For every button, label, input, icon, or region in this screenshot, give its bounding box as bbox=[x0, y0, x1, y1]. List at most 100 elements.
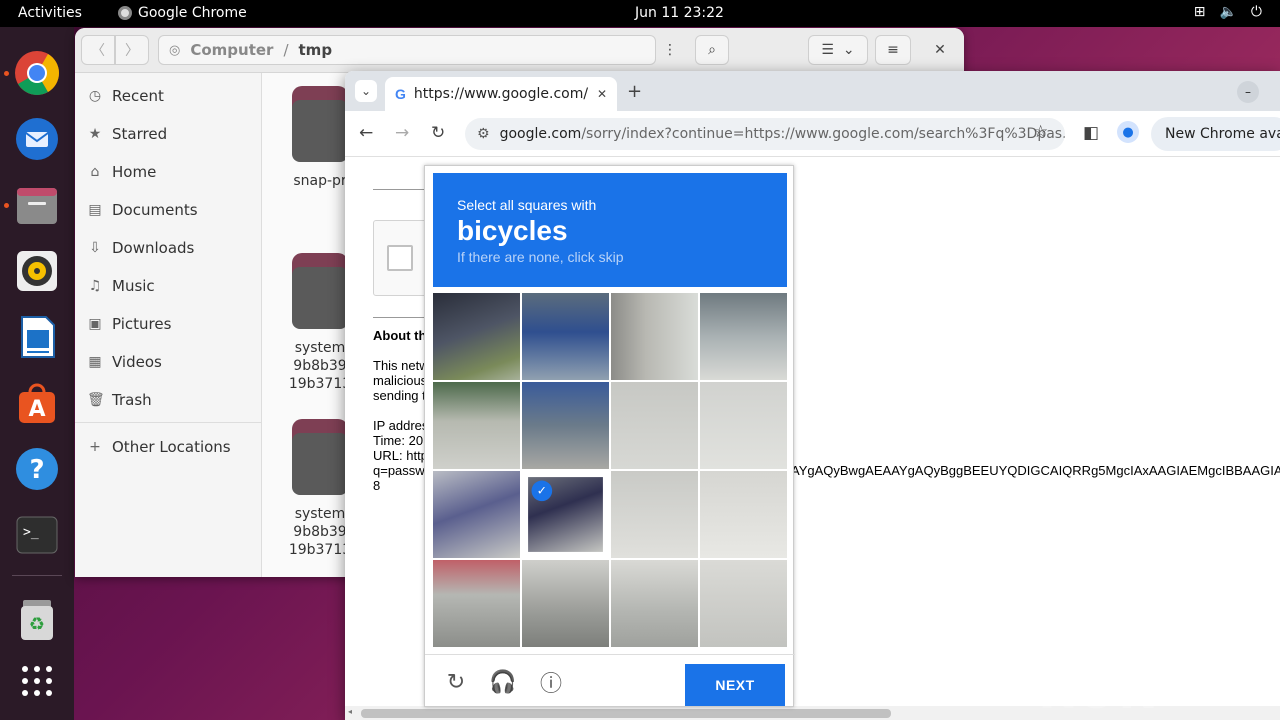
clock-icon: ◷ bbox=[88, 88, 102, 104]
captcha-instruction: Select all squares with bbox=[457, 197, 597, 213]
view-toggle-button[interactable]: ☰ ⌄ bbox=[808, 35, 868, 65]
captcha-footer: ↻ 🎧 ⓘ NEXT bbox=[425, 654, 795, 708]
captcha-tile[interactable] bbox=[611, 382, 698, 469]
path-root[interactable]: Computer bbox=[190, 41, 273, 59]
writer-icon[interactable] bbox=[13, 313, 61, 361]
sidebar-item-label: Trash bbox=[112, 391, 152, 409]
sidebar-item-other-locations[interactable]: + Other Locations bbox=[87, 435, 231, 459]
search-button[interactable]: ⌕ bbox=[695, 35, 729, 65]
new-tab-button[interactable]: + bbox=[627, 81, 642, 102]
info-icon[interactable]: ⓘ bbox=[537, 668, 565, 697]
checkmark-icon: ✓ bbox=[531, 480, 553, 502]
captcha-tile[interactable] bbox=[611, 560, 698, 647]
terminal-icon[interactable]: >_ bbox=[13, 511, 61, 559]
captcha-tile-selected[interactable]: ✓ bbox=[528, 477, 603, 552]
tab-search-button[interactable]: ⌄ bbox=[355, 80, 377, 102]
sidebar-item-label: Home bbox=[112, 163, 157, 181]
next-button[interactable]: NEXT bbox=[685, 664, 785, 706]
captcha-tile[interactable] bbox=[522, 560, 609, 647]
sidebar-item-label: Downloads bbox=[112, 239, 195, 257]
thunderbird-icon[interactable] bbox=[13, 115, 61, 163]
forward-button[interactable]: 〉 bbox=[115, 35, 149, 65]
app-center-icon[interactable]: A bbox=[13, 379, 61, 427]
dock-separator bbox=[12, 575, 62, 576]
captcha-tile[interactable] bbox=[522, 293, 609, 380]
top-bar: Activities Google Chrome Jun 11 23:22 ⊞ … bbox=[0, 0, 1280, 27]
bookmark-star-icon[interactable]: ☆ bbox=[1033, 122, 1048, 142]
scroll-left-icon[interactable]: ◂ bbox=[348, 707, 352, 716]
clock[interactable]: Jun 11 23:22 bbox=[635, 5, 724, 21]
trash-icon: 🗑 bbox=[87, 392, 105, 408]
trash-icon[interactable]: ♻ bbox=[13, 595, 61, 643]
plus-icon: + bbox=[89, 439, 101, 455]
side-panel-icon[interactable]: ◧ bbox=[1083, 123, 1099, 143]
new-chrome-available-button[interactable]: New Chrome ava bbox=[1151, 117, 1280, 151]
sidebar-item-videos[interactable]: ▦ Videos bbox=[87, 350, 161, 374]
reload-challenge-icon[interactable]: ↻ bbox=[442, 668, 470, 696]
recaptcha-checkbox[interactable] bbox=[387, 245, 413, 271]
sidebar-item-trash[interactable]: 🗑 Trash bbox=[87, 388, 152, 412]
sidebar-item-documents[interactable]: ▤ Documents bbox=[87, 198, 198, 222]
sidebar-item-label: Recent bbox=[112, 87, 164, 105]
rhythmbox-icon[interactable] bbox=[13, 247, 61, 295]
captcha-tile[interactable] bbox=[433, 293, 520, 380]
app-menu[interactable]: Google Chrome bbox=[118, 5, 247, 21]
profile-avatar[interactable]: ● bbox=[1117, 121, 1139, 143]
site-info-icon[interactable]: ⚙ bbox=[477, 126, 490, 142]
app-name: Google Chrome bbox=[138, 5, 247, 21]
audio-challenge-icon[interactable]: 🎧 bbox=[489, 668, 517, 696]
running-indicator bbox=[4, 71, 9, 76]
sidebar-item-music[interactable]: ♫ Music bbox=[87, 274, 155, 298]
captcha-tile[interactable] bbox=[700, 560, 787, 647]
url-line: URL: http bbox=[373, 448, 428, 463]
captcha-tile[interactable] bbox=[433, 471, 520, 558]
sidebar-item-pictures[interactable]: ▣ Pictures bbox=[87, 312, 171, 336]
close-tab-icon[interactable]: ✕ bbox=[597, 87, 607, 101]
captcha-tile[interactable] bbox=[700, 471, 787, 558]
sidebar-divider bbox=[75, 422, 262, 423]
path-bar[interactable]: ◎ Computer / tmp bbox=[158, 35, 656, 65]
back-button[interactable]: 〈 bbox=[81, 35, 115, 65]
document-icon: ▤ bbox=[88, 202, 102, 218]
captcha-tile[interactable] bbox=[700, 382, 787, 469]
captcha-challenge: Select all squares with bicycles If ther… bbox=[424, 165, 795, 708]
captcha-tile[interactable] bbox=[611, 293, 698, 380]
captcha-tile[interactable] bbox=[433, 382, 520, 469]
close-button[interactable]: ✕ bbox=[925, 35, 955, 65]
scrollbar-thumb[interactable] bbox=[361, 709, 891, 718]
path-current[interactable]: tmp bbox=[299, 41, 333, 59]
sidebar-item-downloads[interactable]: ⇩ Downloads bbox=[87, 236, 194, 260]
captcha-tile[interactable] bbox=[433, 560, 520, 647]
main-menu-button[interactable]: ≡ bbox=[875, 35, 911, 65]
system-tray[interactable]: ⊞ 🔈 ⏻ bbox=[1194, 4, 1262, 20]
power-icon: ⏻ bbox=[1250, 4, 1262, 20]
sidebar-item-recent[interactable]: ◷ Recent bbox=[87, 84, 164, 108]
sidebar-item-starred[interactable]: ★ Starred bbox=[87, 122, 167, 146]
sidebar-item-label: Documents bbox=[112, 201, 198, 219]
app-grid-icon[interactable] bbox=[13, 657, 61, 705]
address-bar[interactable]: ⚙ google.com/sorry/index?continue=https:… bbox=[465, 118, 1065, 150]
info-paragraph: This netw malicious sending t bbox=[373, 358, 429, 403]
sidebar-item-home[interactable]: ⌂ Home bbox=[87, 160, 157, 184]
chrome-toolbar: ← → ↻ ⚙ google.com/sorry/index?continue=… bbox=[345, 111, 1280, 157]
activities-button[interactable]: Activities bbox=[18, 5, 82, 21]
captcha-target: bicycles bbox=[457, 215, 568, 246]
captcha-tile[interactable] bbox=[522, 382, 609, 469]
reload-icon[interactable]: ↻ bbox=[431, 123, 445, 143]
help-icon[interactable]: ? bbox=[13, 445, 61, 493]
files-icon[interactable] bbox=[13, 181, 61, 229]
chevron-down-icon: ⌄ bbox=[842, 42, 855, 58]
captcha-tile[interactable] bbox=[611, 471, 698, 558]
path-menu-button[interactable]: ⋮ bbox=[655, 35, 685, 65]
svg-text:A: A bbox=[28, 397, 45, 422]
chrome-icon[interactable] bbox=[13, 49, 61, 97]
forward-arrow-icon[interactable]: → bbox=[395, 123, 409, 143]
back-arrow-icon[interactable]: ← bbox=[359, 123, 373, 143]
url-domain: google.com bbox=[499, 126, 582, 142]
minimize-button[interactable]: – bbox=[1237, 81, 1259, 103]
captcha-tile[interactable] bbox=[700, 293, 787, 380]
request-details: IP addres Time: 20 URL: http q=passw 8 bbox=[373, 418, 428, 493]
tab-active[interactable]: G https://www.google.com/ ✕ bbox=[385, 77, 617, 111]
volume-icon: 🔈 bbox=[1219, 4, 1237, 20]
url-tail-text: AYgAQyBwgAEAAYgAQyBggBEEUYQDIGCAIQRRg5Mg… bbox=[791, 463, 1280, 478]
